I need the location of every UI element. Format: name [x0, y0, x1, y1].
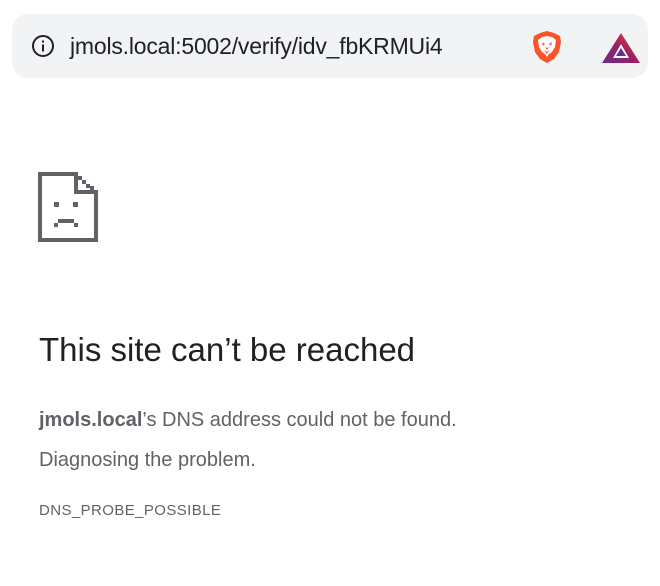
dns-message: jmols.local’s DNS address could not be f… [39, 400, 639, 440]
dns-message-suffix: ’s DNS address could not be found. [142, 409, 457, 431]
diagnosing-text: Diagnosing the problem. [39, 449, 256, 471]
page-title: This site can’t be reached [39, 331, 416, 368]
url-host: jmols.local [70, 33, 176, 59]
error-description: jmols.local’s DNS address could not be f… [39, 400, 639, 480]
error-code: DNS_PROBE_POSSIBLE [39, 502, 222, 519]
address-bar[interactable]: jmols.local:5002/verify/idv_fbKRMUi4 [12, 14, 648, 78]
error-host: jmols.local [39, 409, 143, 431]
sad-page-icon [38, 172, 98, 242]
info-circle-icon[interactable] [31, 34, 55, 58]
url-field[interactable]: jmols.local:5002/verify/idv_fbKRMUi4 [70, 31, 443, 61]
brave-rewards-icon[interactable] [600, 31, 642, 65]
brave-shields-icon[interactable] [530, 30, 564, 64]
url-path: :5002/verify/idv_fbKRMUi4 [175, 33, 443, 59]
